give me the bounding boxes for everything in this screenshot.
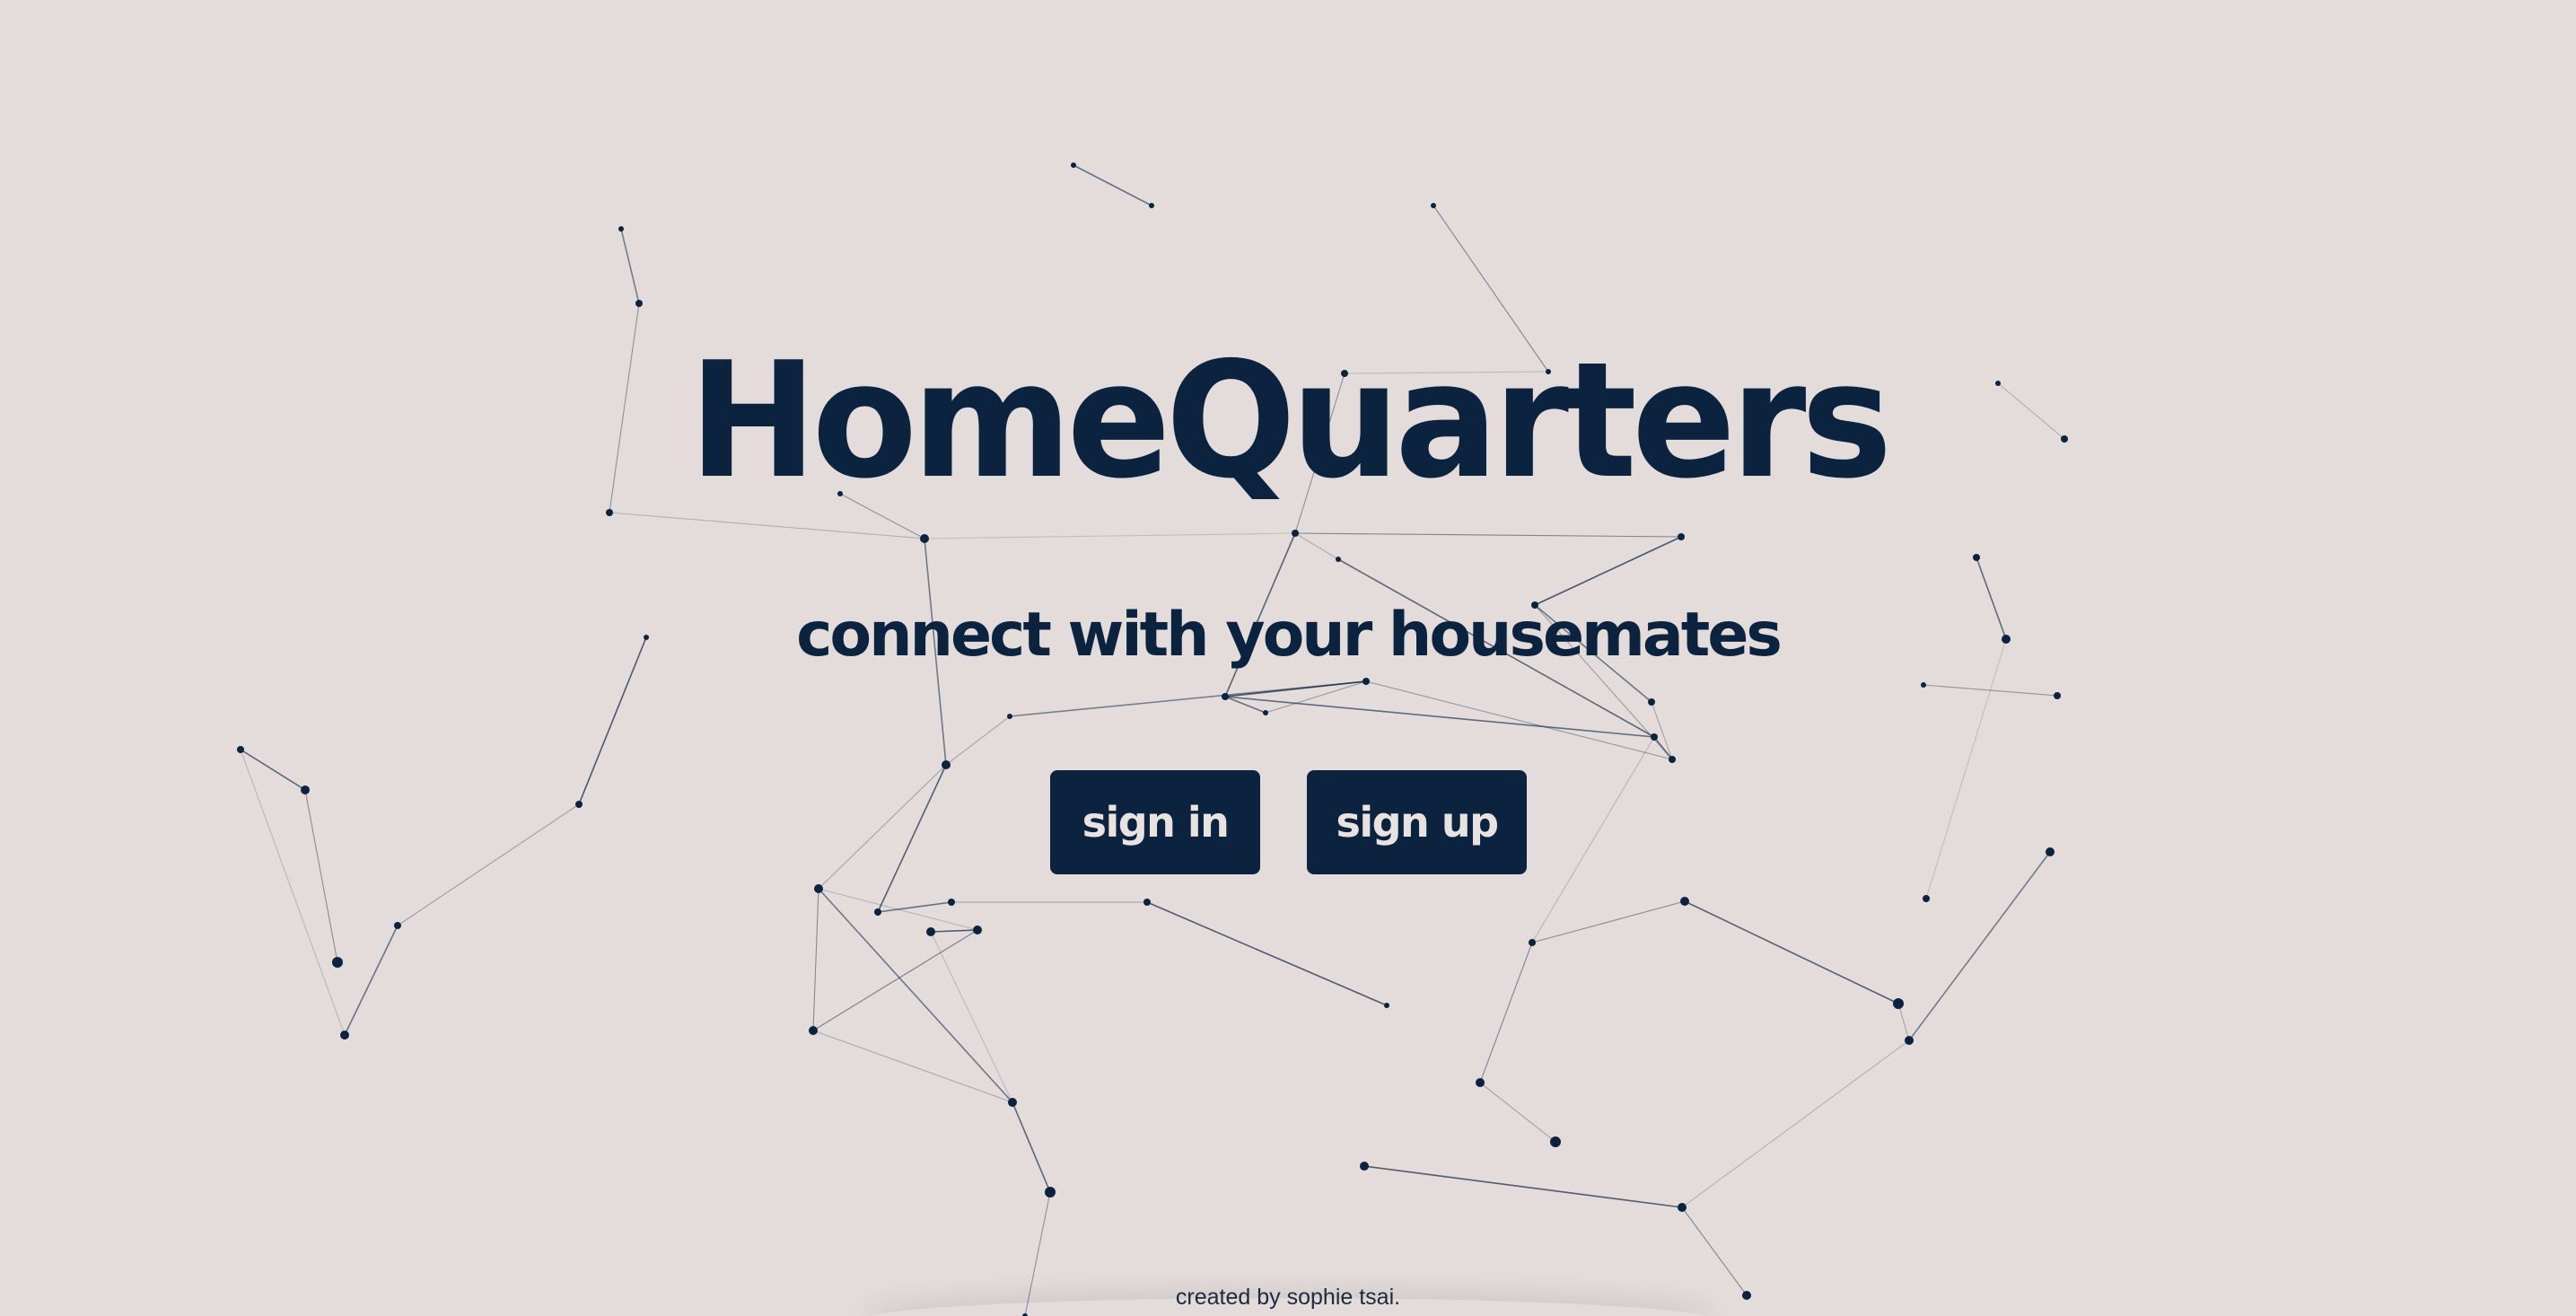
network-link bbox=[1224, 696, 1655, 738]
network-node bbox=[1292, 530, 1299, 537]
network-node bbox=[2046, 847, 2055, 856]
footer-credit: created by sophie tsai. bbox=[1175, 1285, 1401, 1310]
network-link bbox=[1479, 1082, 1556, 1143]
network-node bbox=[332, 957, 343, 968]
app-tagline: connect with your housemates bbox=[796, 600, 1783, 671]
network-node bbox=[1923, 895, 1930, 902]
network-node bbox=[926, 927, 935, 936]
network-node bbox=[948, 899, 955, 906]
network-node bbox=[1431, 203, 1436, 208]
network-node bbox=[1007, 714, 1012, 719]
network-link bbox=[1908, 851, 2051, 1041]
network-link bbox=[818, 764, 947, 890]
network-link bbox=[609, 512, 925, 540]
network-node bbox=[1678, 1203, 1687, 1212]
network-node bbox=[814, 884, 823, 893]
network-node bbox=[1360, 1162, 1369, 1171]
network-node bbox=[1648, 698, 1655, 706]
network-link bbox=[1531, 736, 1655, 943]
network-link bbox=[1009, 680, 1367, 717]
network-link bbox=[240, 749, 306, 791]
network-node bbox=[1336, 557, 1341, 562]
network-link bbox=[344, 925, 399, 1036]
network-link bbox=[812, 929, 978, 1031]
network-node bbox=[1362, 678, 1370, 685]
network-node bbox=[1973, 554, 1980, 561]
network-node bbox=[1149, 203, 1154, 208]
network-node bbox=[1384, 1003, 1389, 1008]
network-link bbox=[818, 888, 1013, 1103]
network-link bbox=[1363, 1165, 1683, 1208]
network-link bbox=[930, 931, 1013, 1103]
network-link bbox=[1897, 1003, 1910, 1041]
network-node bbox=[1905, 1036, 1914, 1045]
network-node bbox=[1529, 939, 1536, 946]
network-node bbox=[973, 926, 982, 934]
network-node bbox=[1651, 733, 1658, 741]
network-node bbox=[809, 1026, 818, 1035]
network-node bbox=[575, 801, 583, 808]
network-node bbox=[920, 534, 929, 543]
network-node bbox=[1680, 897, 1689, 906]
network-link bbox=[620, 228, 640, 304]
network-link bbox=[304, 789, 338, 963]
network-link bbox=[1681, 1040, 1910, 1208]
network-link bbox=[1925, 638, 2007, 899]
network-node bbox=[1893, 998, 1904, 1009]
network-node bbox=[1669, 756, 1676, 763]
network-node bbox=[1143, 899, 1151, 906]
network-node bbox=[942, 760, 951, 769]
network-node bbox=[1008, 1098, 1017, 1107]
network-node bbox=[1476, 1078, 1485, 1087]
network-node bbox=[635, 300, 643, 307]
sign-up-button[interactable]: sign up bbox=[1307, 770, 1527, 874]
network-node bbox=[1071, 162, 1076, 168]
network-link bbox=[1294, 532, 1682, 538]
network-link bbox=[1073, 164, 1152, 206]
network-link bbox=[397, 803, 580, 926]
network-node bbox=[1222, 693, 1229, 700]
network-node bbox=[1921, 682, 1926, 688]
network-node bbox=[1678, 533, 1685, 540]
network-node bbox=[606, 509, 613, 516]
network-link bbox=[930, 929, 978, 933]
network-link bbox=[1012, 1101, 1051, 1193]
network-node bbox=[618, 226, 624, 232]
network-link bbox=[812, 888, 819, 1031]
network-node bbox=[237, 746, 244, 753]
network-link bbox=[240, 749, 346, 1036]
network-node bbox=[301, 785, 310, 794]
network-link bbox=[945, 715, 1011, 766]
network-link bbox=[812, 1030, 1013, 1103]
network-link bbox=[1681, 1206, 1748, 1296]
network-node bbox=[2054, 692, 2061, 699]
network-node bbox=[1045, 1187, 1056, 1198]
app-title: HomeQuarters bbox=[688, 328, 1892, 513]
network-link bbox=[1531, 900, 1686, 943]
network-link bbox=[877, 764, 947, 913]
network-node bbox=[394, 922, 401, 929]
network-link bbox=[1534, 536, 1682, 606]
network-node bbox=[874, 908, 881, 916]
network-link bbox=[1684, 900, 1899, 1005]
network-link bbox=[1146, 901, 1388, 1006]
network-node bbox=[1550, 1136, 1561, 1147]
network-link bbox=[924, 532, 1296, 540]
network-node bbox=[340, 1031, 349, 1040]
network-link bbox=[1651, 701, 1673, 760]
network-link bbox=[1365, 680, 1673, 760]
sign-in-button[interactable]: sign in bbox=[1050, 770, 1260, 874]
network-link bbox=[1294, 532, 1339, 560]
network-link bbox=[1479, 942, 1533, 1084]
network-node bbox=[1263, 710, 1268, 715]
